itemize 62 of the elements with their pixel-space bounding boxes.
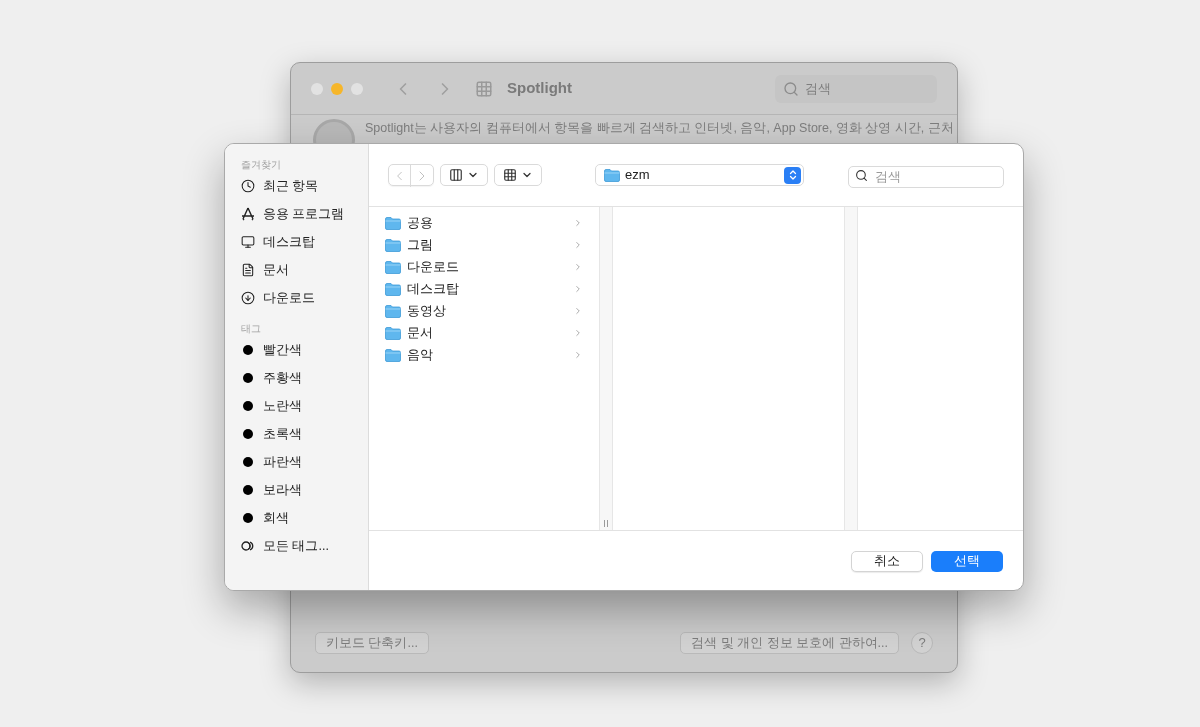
desktop-icon	[241, 235, 255, 249]
sidebar-item[interactable]: 문서	[241, 256, 368, 284]
clock-icon	[241, 179, 255, 193]
sidebar-item[interactable]: 응용 프로그램	[241, 200, 368, 228]
grid-icon[interactable]	[475, 79, 493, 98]
folder-item[interactable]: 문서	[385, 322, 583, 344]
chevron-icon	[573, 284, 583, 294]
folder-item[interactable]: 데스크탑	[385, 278, 583, 300]
columns-icon	[449, 168, 463, 182]
sidebar-item[interactable]: 회색	[241, 504, 368, 532]
folder-icon	[385, 216, 401, 230]
folder-item[interactable]: 동영상	[385, 300, 583, 322]
folder-icon	[385, 348, 401, 362]
sidebar-item[interactable]: 모든 태그...	[241, 532, 368, 560]
sidebar-item[interactable]: 최근 항목	[241, 172, 368, 200]
chevron-icon	[573, 350, 583, 360]
folder-item[interactable]: 음악	[385, 344, 583, 366]
column-resize-strip[interactable]	[844, 207, 858, 530]
select-button[interactable]: 선택	[931, 551, 1003, 572]
folder-icon	[385, 326, 401, 340]
group-button[interactable]	[494, 164, 542, 186]
document-icon	[241, 263, 255, 277]
chevron-icon	[573, 262, 583, 272]
chevron-icon	[573, 306, 583, 316]
description-text: Spotlight는 사용자의 컴퓨터에서 항목을 빠르게 검색하고 인터넷, 음악, App Store, 영화 상영 시간, 근처	[365, 120, 954, 137]
folder-icon	[385, 282, 401, 296]
window-title: Spotlight	[507, 78, 572, 99]
resize-handle-icon[interactable]	[604, 520, 608, 527]
sidebar-heading: 즐겨찾기	[241, 158, 282, 172]
sidebar-item[interactable]: 데스크탑	[241, 228, 368, 256]
folder-icon	[385, 260, 401, 274]
stepper-icon	[784, 166, 801, 184]
sidebar-heading: 태그	[241, 322, 262, 336]
column-resize-strip[interactable]	[599, 207, 613, 530]
minimize-icon[interactable]	[331, 82, 343, 95]
chevron-icon	[573, 218, 583, 228]
folder-item[interactable]: 그림	[385, 234, 583, 256]
download-icon	[241, 291, 255, 305]
search-icon	[855, 169, 868, 182]
folder-icon	[385, 238, 401, 252]
sidebar-item[interactable]: 주황색	[241, 364, 368, 392]
view-mode-button[interactable]	[440, 164, 488, 186]
sidebar-item[interactable]: 빨간색	[241, 336, 368, 364]
sidebar-item[interactable]: 보라색	[241, 476, 368, 504]
apps-icon	[241, 207, 255, 221]
tags-icon	[241, 541, 255, 551]
chevron-icon	[573, 328, 583, 338]
chevron-icon	[573, 240, 583, 250]
folder-icon	[604, 168, 620, 182]
search-icon	[783, 80, 799, 97]
cancel-button[interactable]: 취소	[851, 551, 923, 572]
search-field[interactable]: 검색	[775, 74, 937, 103]
grid-icon	[503, 168, 517, 182]
folder-item[interactable]: 다운로드	[385, 256, 583, 278]
search-field[interactable]: 검색	[848, 166, 1004, 188]
folder-item[interactable]: 공용	[385, 212, 583, 234]
sidebar-item[interactable]: 초록색	[241, 420, 368, 448]
sidebar-item[interactable]: 파란색	[241, 448, 368, 476]
sidebar-item[interactable]: 노란색	[241, 392, 368, 420]
sidebar-item[interactable]: 다운로드	[241, 284, 368, 312]
location-dropdown[interactable]: ezm	[595, 164, 804, 186]
folder-icon	[385, 304, 401, 318]
